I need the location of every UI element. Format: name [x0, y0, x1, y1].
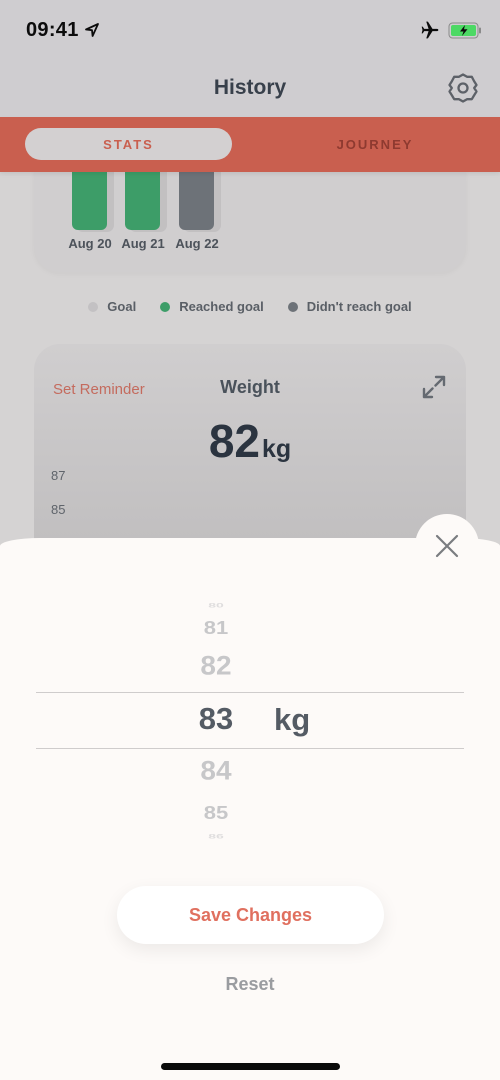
chart-legend: Goal Reached goal Didn't reach goal	[0, 299, 500, 314]
bar-date-label: Aug 22	[175, 236, 219, 251]
reset-button[interactable]: Reset	[0, 974, 500, 995]
nav-bar: History	[0, 58, 500, 118]
legend-label: Goal	[107, 299, 137, 314]
weight-unit: kg	[261, 435, 292, 463]
close-icon[interactable]	[433, 532, 461, 560]
picker-selection-top-line	[36, 692, 464, 693]
page-title: History	[213, 76, 287, 99]
legend-item-not-reached: Didn't reach goal	[287, 299, 412, 314]
home-indicator	[161, 1063, 340, 1070]
picker-option[interactable]: 85	[166, 802, 266, 824]
picker-option[interactable]: 86	[166, 832, 266, 839]
airplane-icon	[421, 21, 439, 39]
picker-option[interactable]: 82	[166, 651, 266, 681]
goal-bar[interactable]	[179, 172, 214, 230]
tab-journey[interactable]: JOURNEY	[270, 128, 480, 160]
y-axis-tick: 87	[51, 468, 66, 483]
bar-date-label: Aug 20	[68, 236, 112, 251]
weight-number: 82	[208, 415, 260, 467]
legend-item-goal: Goal	[88, 299, 136, 314]
location-arrow-icon	[85, 23, 99, 37]
picker-unit: kg	[274, 702, 311, 737]
expand-icon[interactable]	[421, 374, 447, 400]
status-bar: 09:41	[0, 0, 500, 58]
battery-charging-icon	[448, 22, 481, 39]
goal-bar[interactable]	[125, 172, 160, 230]
legend-dot-icon	[287, 301, 298, 312]
picker-option[interactable]: 81	[166, 617, 266, 639]
weight-picker[interactable]: 80 81 82 83 84 85 86 kg	[0, 595, 500, 840]
y-axis-tick: 85	[51, 502, 66, 517]
gear-icon[interactable]	[446, 71, 480, 105]
current-weight: 82kg	[0, 414, 500, 468]
picker-option-selected[interactable]: 83	[166, 701, 266, 737]
status-time: 09:41	[26, 19, 79, 41]
tab-bar: STATS JOURNEY	[0, 117, 500, 172]
tab-stats[interactable]: STATS	[25, 128, 232, 160]
legend-label: Reached goal	[179, 299, 264, 314]
legend-dot-icon	[160, 301, 171, 312]
legend-dot-icon	[88, 301, 99, 312]
legend-item-reached: Reached goal	[160, 299, 264, 314]
legend-label: Didn't reach goal	[306, 299, 412, 314]
picker-option[interactable]: 80	[166, 601, 266, 608]
bar-date-label: Aug 21	[121, 236, 165, 251]
picker-option[interactable]: 84	[166, 756, 266, 786]
picker-selection-bottom-line	[36, 748, 464, 749]
goal-bar[interactable]	[72, 172, 107, 230]
save-changes-button[interactable]: Save Changes	[117, 886, 384, 944]
